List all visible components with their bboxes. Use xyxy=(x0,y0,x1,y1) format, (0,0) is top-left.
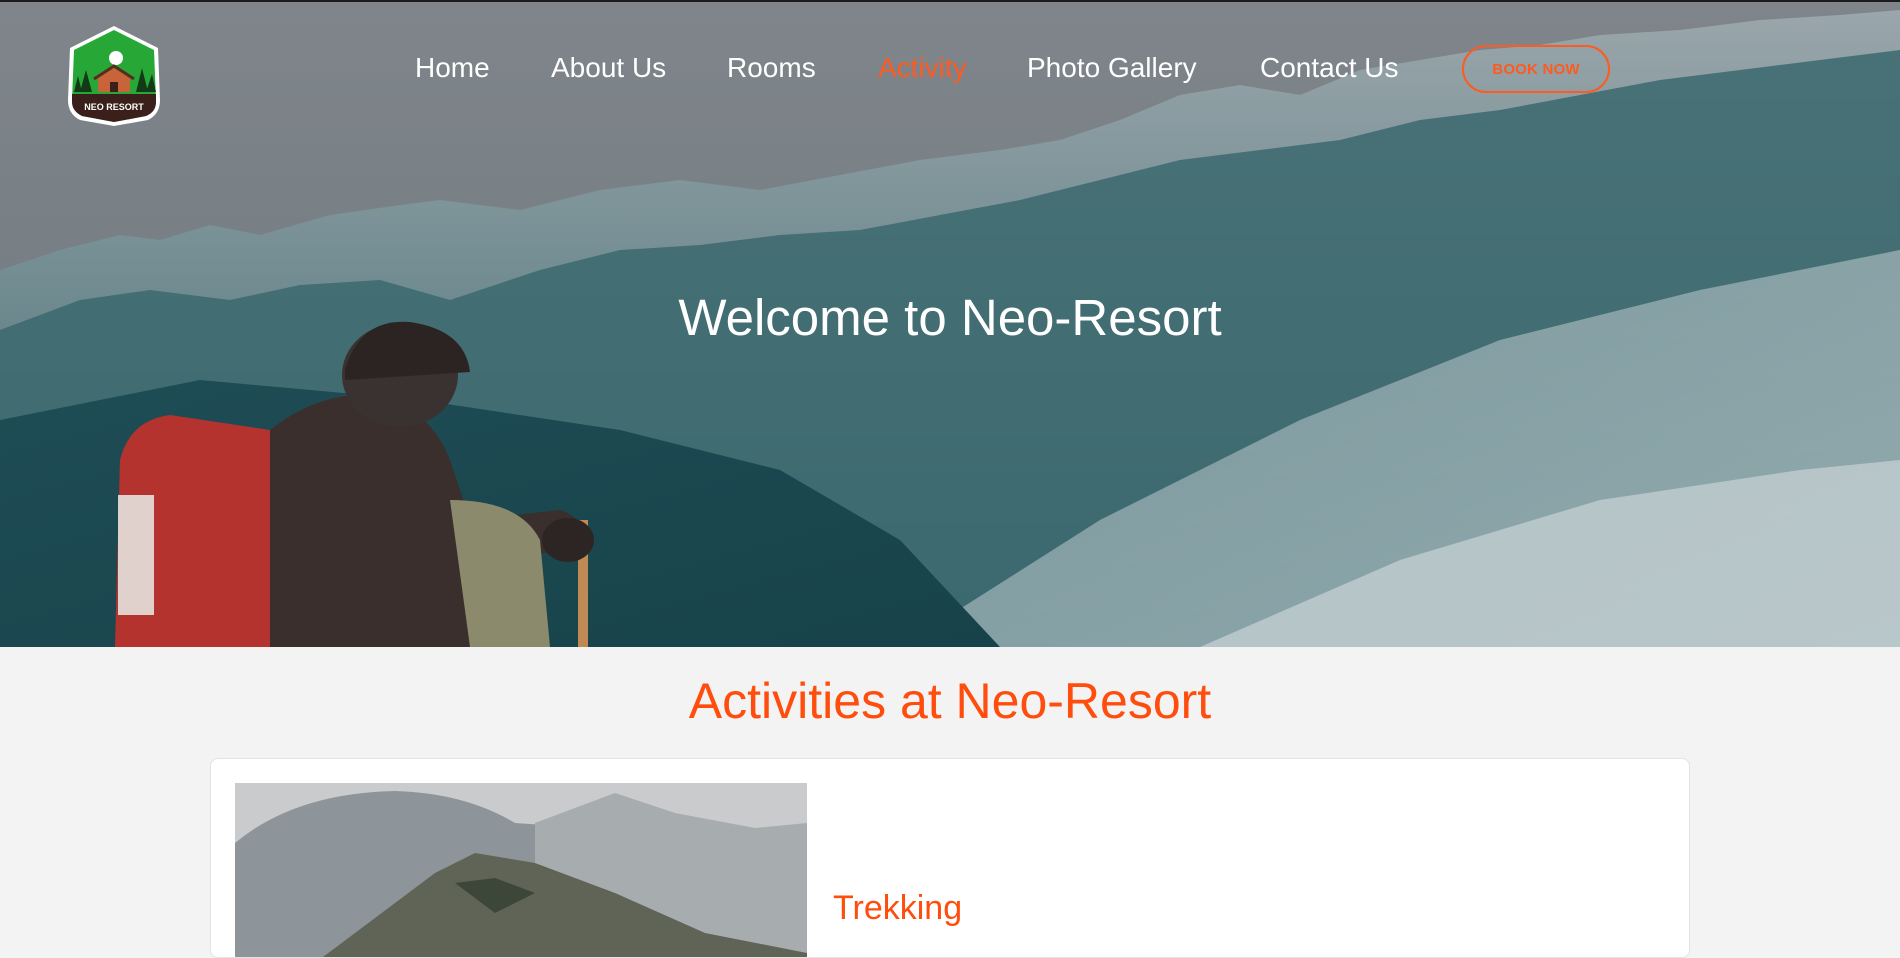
nav-about-us[interactable]: About Us xyxy=(551,48,666,92)
nav-activity[interactable]: Activity xyxy=(878,48,967,92)
nav-home[interactable]: Home xyxy=(415,48,490,92)
nav-contact-us[interactable]: Contact Us xyxy=(1260,48,1399,92)
activities-heading: Activities at Neo-Resort xyxy=(688,673,1212,729)
logo-text: NEO RESORT xyxy=(84,102,144,112)
main-nav: Home About Us Rooms Activity Photo Galle… xyxy=(0,48,1900,92)
hero-banner: NEO RESORT Home About Us Rooms Activity … xyxy=(0,0,1900,647)
nav-photo-gallery[interactable]: Photo Gallery xyxy=(1027,48,1197,92)
book-now-button[interactable]: BOOK NOW xyxy=(1462,45,1610,93)
hero-title: Welcome to Neo-Resort xyxy=(678,289,1222,346)
nav-rooms[interactable]: Rooms xyxy=(727,48,816,92)
trekking-image xyxy=(235,783,807,957)
top-border xyxy=(0,0,1900,2)
activity-card-trekking: Trekking xyxy=(210,758,1690,958)
activity-title: Trekking xyxy=(833,889,963,927)
